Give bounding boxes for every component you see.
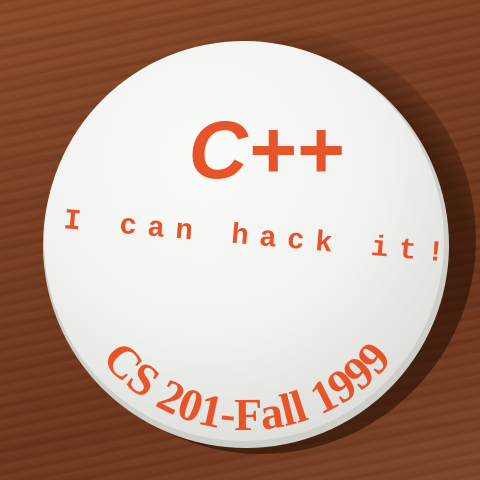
pin-button: C++ I can hack it! CS 201-Fall 1999 — [43, 41, 449, 448]
photo-scene: C++ I can hack it! CS 201-Fall 1999 — [0, 0, 480, 480]
button-title: C++ — [189, 105, 344, 196]
